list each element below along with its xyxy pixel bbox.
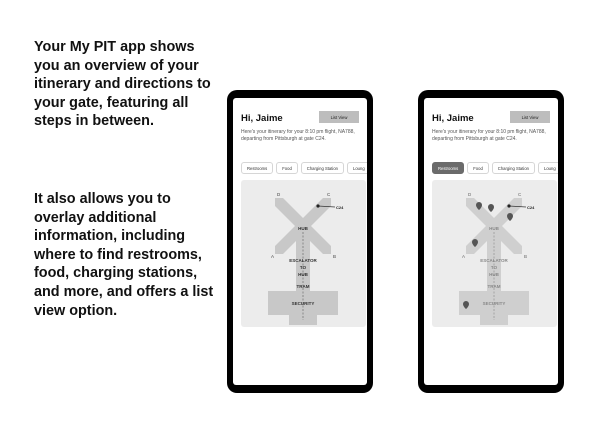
escalator-line-1: ESCALATOR — [289, 258, 317, 263]
filter-chips: Restrooms Food Charging Station Loung — [241, 162, 367, 176]
escalator-line-3: HUB — [489, 272, 499, 277]
list-view-button[interactable]: List View — [510, 111, 550, 123]
filter-chip-charging-station[interactable]: Charging Station — [300, 162, 344, 174]
app-screen: Hi, Jaime List View Here's your itinerar… — [424, 98, 558, 385]
concourse-a-label: A — [271, 254, 274, 259]
security-label: SECURITY — [483, 301, 506, 306]
greeting-title: Hi, Jaime — [432, 113, 474, 124]
concourse-a-label: A — [462, 254, 465, 259]
airport-map[interactable]: D C A B C24 HUB ESCALATOR TO HUB TRAM SE… — [432, 180, 557, 327]
filter-chip-lounge[interactable]: Loung — [347, 162, 367, 174]
gate-c24-label: C24 — [527, 205, 535, 210]
filter-chip-charging-station[interactable]: Charging Station — [491, 162, 535, 174]
concourse-d-label: D — [468, 192, 472, 197]
filter-chip-restrooms[interactable]: Restrooms — [241, 162, 274, 174]
list-view-button[interactable]: List View — [319, 111, 359, 123]
gate-marker — [507, 204, 511, 208]
escalator-line-2: TO — [491, 265, 498, 270]
restroom-pin-icon[interactable] — [488, 204, 494, 212]
filter-chip-lounge[interactable]: Loung — [538, 162, 558, 174]
filter-chip-food[interactable]: Food — [276, 162, 298, 174]
concourse-c-label: C — [518, 192, 522, 197]
filter-chip-restrooms[interactable]: Restrooms — [432, 162, 465, 174]
phone-restrooms-view: Hi, Jaime List View Here's your itinerar… — [418, 90, 564, 393]
filter-chips: Restrooms Food Charging Station Loung — [432, 162, 558, 176]
concourse-b-label: B — [524, 254, 527, 259]
escalator-line-1: ESCALATOR — [480, 258, 508, 263]
itinerary-text: Here's your itinerary for your 8:10 pm f… — [241, 129, 355, 142]
escalator-line-3: HUB — [298, 272, 308, 277]
escalator-line-2: TO — [300, 265, 307, 270]
description-paragraph-1: Your My PIT app shows you an overview of… — [34, 39, 211, 130]
itinerary-text: Here's your itinerary for your 8:10 pm f… — [432, 129, 546, 142]
airport-map[interactable]: D C A B C24 HUB ESCALATOR TO HUB TRAM SE… — [241, 180, 366, 327]
greeting-title: Hi, Jaime — [241, 113, 283, 124]
concourse-d-label: D — [277, 192, 281, 197]
app-screen: Hi, Jaime List View Here's your itinerar… — [233, 98, 367, 385]
gate-c24-label: C24 — [336, 205, 344, 210]
filter-chip-food[interactable]: Food — [467, 162, 489, 174]
tram-label: TRAM — [297, 284, 310, 289]
phone-default-view: Hi, Jaime List View Here's your itinerar… — [227, 90, 373, 393]
gate-marker — [316, 204, 320, 208]
tram-label: TRAM — [488, 284, 501, 289]
security-label: SECURITY — [292, 301, 315, 306]
hub-label: HUB — [298, 226, 308, 231]
concourse-b-label: B — [333, 254, 336, 259]
description-paragraph-2: It also allows you to overlay additional… — [34, 191, 214, 319]
concourse-c-label: C — [327, 192, 331, 197]
hub-label: HUB — [489, 226, 499, 231]
